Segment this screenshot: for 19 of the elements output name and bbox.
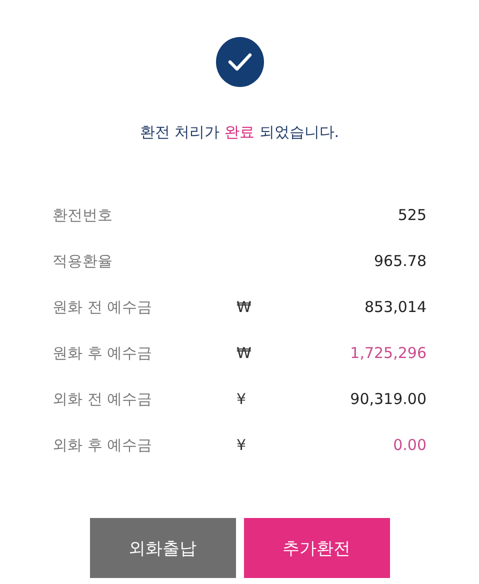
detail-value: 525 — [398, 206, 426, 224]
detail-value: 90,319.00 — [350, 390, 426, 408]
exchange-more-button[interactable]: 추가환전 — [244, 518, 390, 578]
currency-symbol: ¥ — [236, 390, 246, 408]
currency-symbol: ₩ — [236, 344, 252, 362]
detail-label: 원화 전 예수금 — [52, 298, 154, 316]
detail-value: 1,725,296 — [350, 344, 426, 362]
detail-label: 외화 후 예수금 — [52, 436, 154, 454]
detail-label: 원화 후 예수금 — [52, 344, 154, 362]
currency-symbol: ¥ — [236, 436, 246, 454]
detail-label: 외화 전 예수금 — [52, 390, 154, 408]
detail-value: 965.78 — [374, 252, 426, 270]
currency-symbol: ₩ — [236, 298, 252, 316]
detail-value: 0.00 — [393, 436, 426, 454]
deposit-withdraw-button[interactable]: 외화출납 — [90, 518, 236, 578]
detail-value: 853,014 — [364, 298, 426, 316]
completion-message: 환전 처리가 완료 되었습니다. — [140, 123, 340, 142]
detail-label: 적용환율 — [52, 252, 114, 270]
detail-label: 환전번호 — [52, 206, 114, 224]
